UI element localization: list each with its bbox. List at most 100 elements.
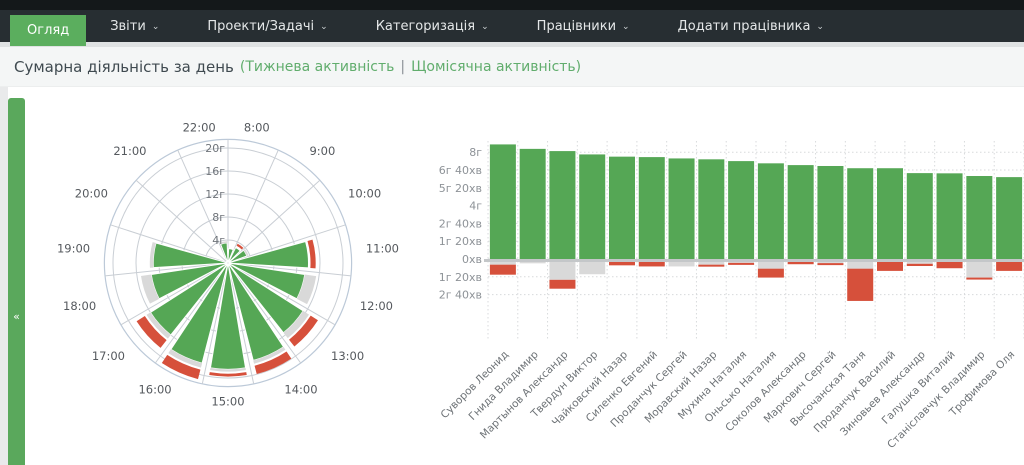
chevron-down-icon: ⌄ (622, 22, 630, 32)
bar-unproductive[interactable] (817, 263, 843, 265)
polar-wedge-unproductive[interactable] (209, 372, 246, 376)
page-title: Сумарна діяльність за день (14, 58, 234, 76)
bar-y-tick: 2г 40хв (439, 289, 482, 302)
bar-productive[interactable] (966, 176, 992, 259)
polar-hour-label: 12:00 (360, 299, 393, 313)
polar-hour-label: 15:00 (211, 395, 244, 409)
browser-top-strip (0, 0, 1024, 10)
bar-productive[interactable] (877, 168, 903, 259)
bar-productive[interactable] (609, 157, 635, 259)
page-header: Сумарна діяльність за день ( Тижнева акт… (0, 47, 1024, 87)
paren-close: ) (576, 59, 581, 75)
bar-neutral[interactable] (698, 262, 724, 265)
polar-hour-label: 16:00 (138, 383, 171, 397)
bar-neutral[interactable] (817, 262, 843, 263)
bar-unproductive[interactable] (877, 262, 903, 271)
bar-neutral[interactable] (669, 262, 695, 266)
bar-unproductive[interactable] (490, 265, 516, 275)
polar-radial-tick: 12г (205, 188, 225, 201)
polar-hour-label: 9:00 (309, 144, 335, 158)
main-navbar: Огляд Звіти ⌄ Проекти/Задачі ⌄ Категоризація⌄… (0, 10, 1024, 42)
bar-productive[interactable] (937, 173, 963, 259)
polar-hour-label: 20:00 (75, 187, 108, 201)
bar-productive[interactable] (698, 159, 724, 259)
bar-productive[interactable] (728, 161, 754, 259)
chevron-down-icon: ⌄ (816, 22, 824, 32)
bar-neutral[interactable] (520, 262, 546, 263)
polar-hour-label: 21:00 (113, 144, 146, 158)
bar-chart-svg: 8г 6г 40хв 5г 20хв 4г 2г 40хв 1г 20хв 0хв 1г 20… (438, 133, 1024, 465)
bar-unproductive[interactable] (996, 262, 1022, 271)
nav-item-label: Проекти/Задачі (207, 19, 314, 34)
bar-neutral[interactable] (579, 262, 605, 274)
chevron-down-icon: ⌄ (320, 22, 328, 32)
polar-hour-label: 17:00 (92, 349, 125, 363)
bar-y-tick: 8г (469, 146, 482, 159)
nav-item-працівники[interactable]: Працівники ⌄ (513, 10, 654, 42)
chevron-down-icon: ⌄ (152, 22, 160, 32)
bar-productive[interactable] (847, 168, 873, 259)
bar-neutral[interactable] (490, 262, 516, 265)
bar-unproductive[interactable] (698, 265, 724, 267)
polar-hour-label: 13:00 (331, 349, 364, 363)
bar-unproductive[interactable] (907, 264, 933, 266)
bar-unproductive[interactable] (609, 262, 635, 265)
left-gutter (0, 87, 8, 465)
bar-productive[interactable] (669, 158, 695, 259)
nav-item-додати-працівника[interactable]: Додати працівника ⌄ (654, 10, 848, 42)
polar-hour-label: 8:00 (244, 120, 270, 134)
polar-radial-tick: 4г (212, 234, 225, 247)
bar-neutral[interactable] (907, 262, 933, 264)
bar-productive[interactable] (520, 149, 546, 259)
bar-unproductive[interactable] (728, 263, 754, 265)
link-separator: | (394, 59, 411, 75)
bar-unproductive[interactable] (758, 269, 784, 278)
bar-y-tick: 1г 20хв (439, 235, 482, 248)
bar-unproductive[interactable] (639, 262, 665, 266)
monthly-activity-link[interactable]: Щомісячна активність (411, 59, 576, 75)
polar-hour-label: 14:00 (284, 383, 317, 397)
bar-productive[interactable] (817, 166, 843, 259)
bar-neutral[interactable] (758, 262, 784, 269)
bar-productive[interactable] (490, 144, 516, 259)
nav-item-проекти-задачі[interactable]: Проекти/Задачі ⌄ (183, 10, 351, 42)
bar-productive[interactable] (639, 157, 665, 259)
nav-item-звіти[interactable]: Звіти ⌄ (86, 10, 183, 42)
nav-item-категоризація[interactable]: Категоризація⌄ (352, 10, 513, 42)
bar-productive[interactable] (788, 165, 814, 259)
bar-unproductive[interactable] (549, 280, 575, 289)
polar-hour-label: 11:00 (366, 242, 399, 256)
bar-y-tick: 1г 20хв (439, 271, 482, 284)
bar-productive[interactable] (549, 151, 575, 259)
weekly-activity-link[interactable]: Тижнева активність (245, 59, 394, 75)
bar-neutral[interactable] (966, 262, 992, 278)
bar-productive[interactable] (758, 163, 784, 259)
polar-hour-label: 18:00 (63, 299, 96, 313)
nav-item-огляд[interactable]: Огляд (10, 15, 86, 46)
bar-neutral[interactable] (549, 262, 575, 280)
polar-hour-label: 22:00 (183, 120, 216, 134)
bar-unproductive[interactable] (937, 262, 963, 268)
daily-activity-polar-chart: 4г8г12г16г20г8:009:0010:0011:0012:0013:0… (35, 100, 425, 440)
nav-item-label: Огляд (27, 23, 69, 38)
polar-hour-label: 19:00 (57, 242, 90, 256)
bar-y-tick: 4г (469, 200, 482, 213)
nav-item-label: Звіти (110, 19, 146, 34)
bar-productive[interactable] (907, 173, 933, 259)
bar-productive[interactable] (996, 177, 1022, 259)
nav-item-label: Додати працівника (678, 19, 811, 34)
bar-neutral[interactable] (728, 262, 754, 263)
nav-item-label: Працівники (537, 19, 616, 34)
bar-unproductive[interactable] (788, 262, 814, 264)
employee-activity-bar-chart: 8г 6г 40хв 5г 20хв 4г 2г 40хв 1г 20хв 0хв 1г 20… (438, 133, 1024, 465)
bar-unproductive[interactable] (847, 269, 873, 301)
bar-unproductive[interactable] (966, 278, 992, 280)
bar-neutral[interactable] (847, 262, 873, 269)
bar-y-tick: 6г 40хв (439, 164, 482, 177)
sidebar-collapse-bar[interactable]: « (8, 98, 25, 465)
bar-y-tick: 2г 40хв (439, 217, 482, 230)
polar-radial-tick: 20г (205, 142, 225, 155)
bar-y-tick: 0хв (462, 253, 482, 266)
bar-y-tick: 5г 20хв (439, 182, 482, 195)
bar-productive[interactable] (579, 154, 605, 259)
